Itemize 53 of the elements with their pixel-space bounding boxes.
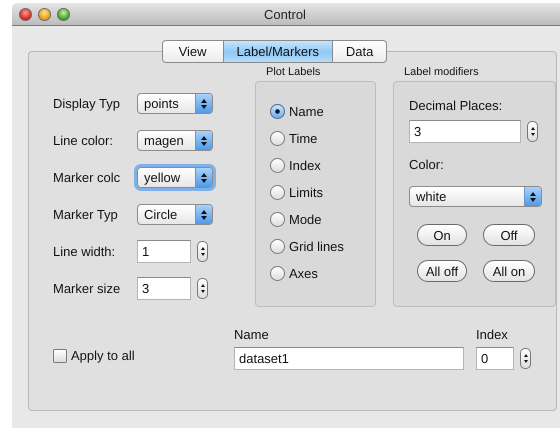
- stepper[interactable]: [527, 121, 538, 142]
- number-field[interactable]: 3: [137, 277, 191, 300]
- radio-button[interactable]: [270, 266, 285, 281]
- number-field[interactable]: 1: [137, 240, 191, 263]
- field-label: Name: [234, 327, 270, 342]
- field-label: Color:: [409, 157, 444, 172]
- tab[interactable]: View: [162, 40, 224, 63]
- checkbox[interactable]: [53, 348, 67, 362]
- checkbox-label[interactable]: Apply to all: [71, 348, 135, 363]
- close-button[interactable]: [19, 8, 32, 20]
- radio-label[interactable]: Time: [289, 131, 318, 146]
- tab[interactable]: Data: [332, 40, 388, 63]
- popup-button[interactable]: magen: [137, 130, 213, 151]
- button[interactable]: All on: [483, 260, 535, 282]
- setting-label: Marker size: [53, 281, 122, 296]
- field-label: Decimal Places:: [409, 98, 502, 113]
- radio-button[interactable]: [270, 104, 285, 119]
- window-title: Control: [263, 6, 307, 22]
- radio-label[interactable]: Grid lines: [289, 239, 344, 254]
- stepper[interactable]: [197, 278, 208, 299]
- stepper[interactable]: [520, 348, 531, 369]
- radio-button[interactable]: [270, 185, 285, 200]
- radio-button[interactable]: [270, 131, 285, 146]
- color-popup[interactable]: white: [409, 186, 542, 207]
- popup-button[interactable]: yellow: [137, 167, 213, 188]
- radio-button[interactable]: [270, 212, 285, 227]
- group-title: Label modifiers: [403, 66, 480, 80]
- button[interactable]: All off: [417, 260, 467, 282]
- setting-label: Line color:: [53, 133, 114, 148]
- radio-button[interactable]: [270, 239, 285, 254]
- radio-label[interactable]: Mode: [289, 212, 322, 227]
- radio-label[interactable]: Index: [289, 158, 321, 173]
- minimize-button[interactable]: [38, 8, 51, 20]
- zoom-button[interactable]: [57, 8, 70, 20]
- button[interactable]: Off: [483, 224, 535, 246]
- radio-label[interactable]: Limits: [289, 185, 323, 200]
- stepper[interactable]: [197, 241, 208, 262]
- index-field[interactable]: 0: [476, 347, 514, 370]
- radio-label[interactable]: Name: [289, 104, 324, 119]
- popup-button[interactable]: points: [137, 93, 213, 114]
- button[interactable]: On: [417, 224, 467, 246]
- popup-button[interactable]: Circle: [137, 204, 213, 225]
- name-field[interactable]: dataset1: [234, 347, 464, 370]
- radio-label[interactable]: Axes: [289, 266, 318, 281]
- setting-label: Marker colc: [53, 170, 122, 185]
- setting-label: Marker Typ: [53, 207, 119, 222]
- setting-label: Display Typ: [53, 96, 121, 111]
- tab[interactable]: Label/Markers: [224, 40, 333, 63]
- field-label: Index: [476, 327, 509, 342]
- decimal-places-field[interactable]: 3: [409, 120, 521, 143]
- setting-label: Line width:: [53, 244, 116, 259]
- group-title: Plot Labels: [265, 66, 322, 80]
- radio-button[interactable]: [270, 158, 285, 173]
